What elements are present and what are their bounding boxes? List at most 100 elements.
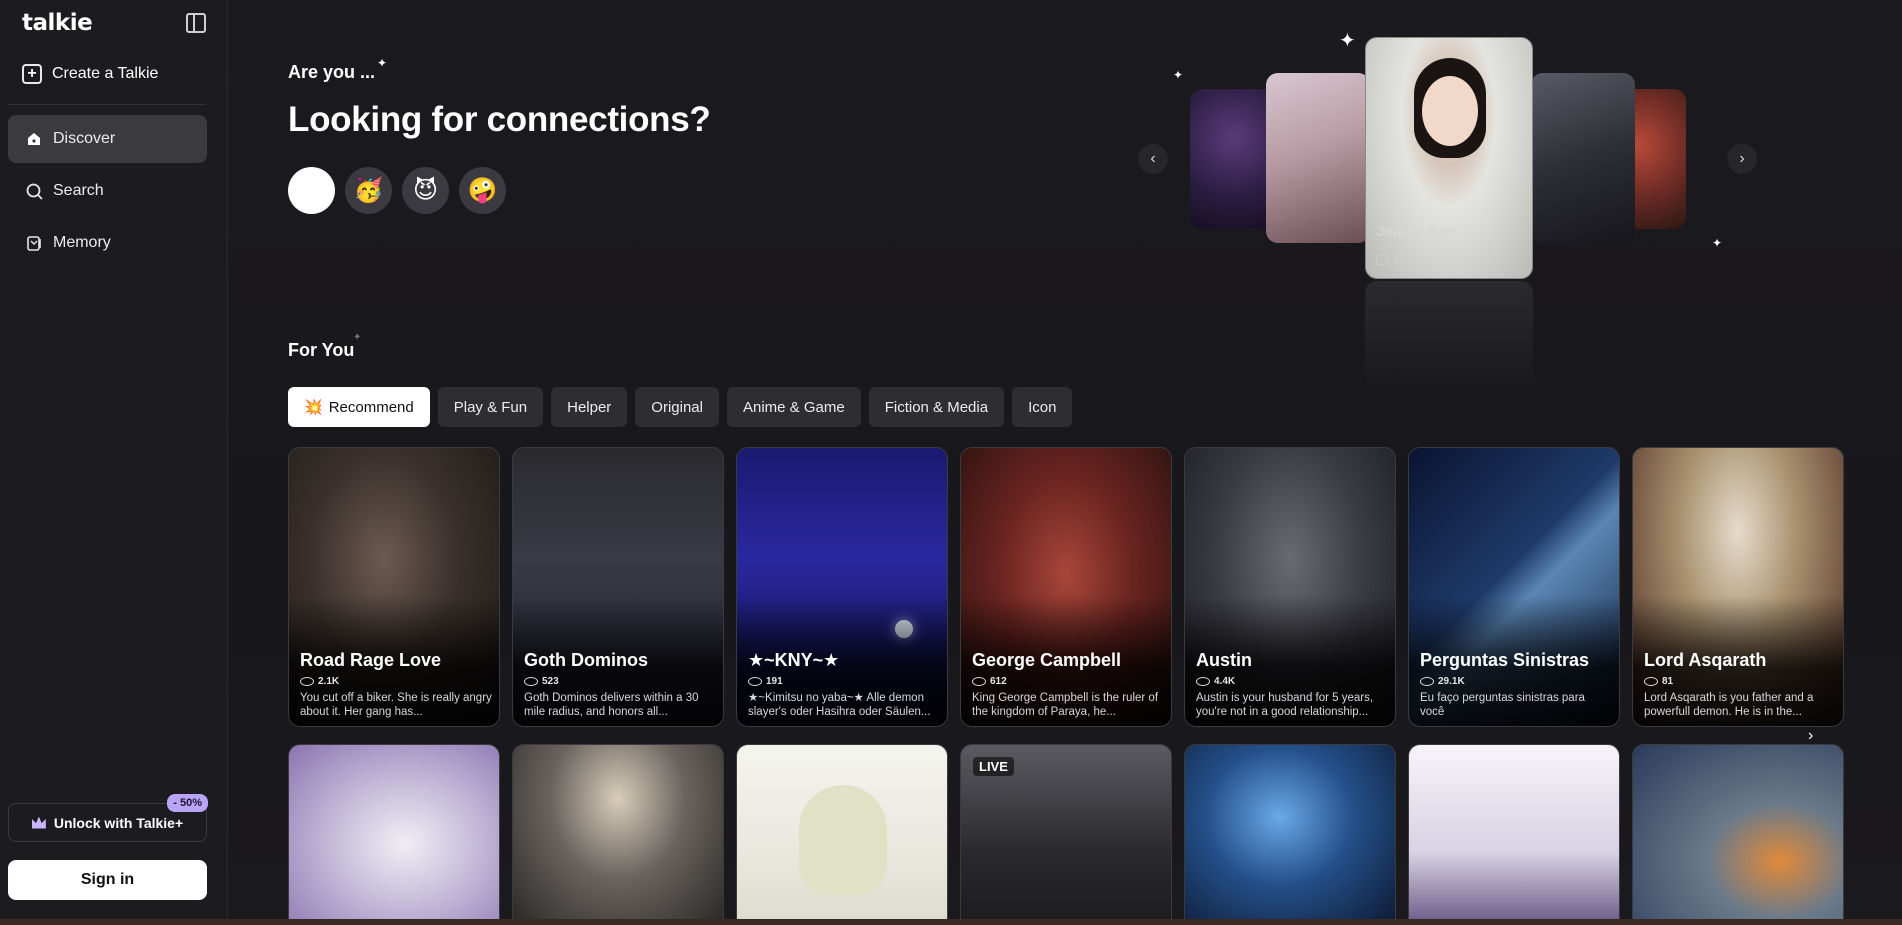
character-description: Eu faço perguntas sinistras para você [1420,692,1585,718]
sidebar-item-discover[interactable]: Discover [8,115,207,163]
character-card[interactable]: ★~KNY~★ 191 ★~Kimitsu no yaba~★ Alle dem… [736,447,948,727]
character-description: You cut off a biker. She is really angry… [300,692,492,718]
sidebar-item-memory[interactable]: Memory [8,219,207,267]
logo[interactable]: talkie [22,10,93,36]
featured-portrait-face [1422,76,1478,146]
sparkle-icon: ✦ [377,56,388,70]
filter-fiction-media[interactable]: Fiction & Media [868,387,1005,427]
character-count: 29.1K [1420,676,1465,687]
count-value: 29.1K [1438,676,1465,687]
carousel-card[interactable] [1190,89,1278,229]
recommend-icon: 💥 [304,399,323,416]
hero-headline: Looking for connections? [288,100,711,139]
create-talkie-label: Create a Talkie [52,65,159,82]
filter-play-fun[interactable]: Play & Fun [437,387,544,427]
category-filters: 💥 Recommend Play & Fun Helper Original An… [288,387,1073,427]
featured-count-value: 14.6K [1393,254,1422,266]
sidebar-collapse-icon[interactable] [186,13,206,33]
carousel-next-button[interactable]: › [1727,144,1757,174]
sidebar-item-search[interactable]: Search [8,167,207,215]
sign-in-button[interactable]: Sign in [8,860,207,900]
character-description: King George Campbell is the ruler of the… [972,692,1159,718]
sparkle-icon: ✦ [1712,236,1723,250]
count-value: 81 [1662,676,1674,687]
for-you-title: For You [288,340,355,360]
character-card[interactable] [512,744,724,924]
bottom-scrollbar[interactable] [0,919,1902,925]
featured-character-card[interactable]: Jennie Kim 14.6K [1365,37,1533,279]
sidebar: talkie + Create a Talkie Discover Search… [0,0,228,925]
featured-character-name: Jennie Kim [1376,223,1457,240]
character-name: Austin [1196,650,1252,670]
views-icon [300,677,314,686]
unlock-label: Unlock with Talkie+ [53,814,184,831]
character-description: ★~Kimitsu no yaba~★ Alle demon slayer's … [748,692,931,718]
views-icon [972,677,986,686]
mood-emoji-devil[interactable]: 😈 [402,167,449,214]
character-card[interactable]: Goth Dominos 523 Goth Dominos delivers w… [512,447,724,727]
main-content: Are you ... ✦ Looking for connections? 😍… [229,0,1902,925]
carousel-card[interactable] [1266,73,1370,243]
create-talkie-button[interactable]: + Create a Talkie [22,62,158,86]
character-name: George Campbell [972,650,1122,670]
carousel-prev-button[interactable]: ‹ [1138,144,1168,174]
row-next-chevron-icon[interactable]: › [1808,727,1813,745]
character-card[interactable]: George Campbell 612 King George Campbell… [960,447,1172,727]
sparkle-icon: ✦ [1173,68,1184,82]
views-icon [524,677,538,686]
character-card[interactable]: Road Rage Love 2.1K You cut off a biker.… [288,447,500,727]
character-card[interactable] [736,744,948,924]
character-count: 4.4K [1196,676,1235,687]
character-name: Goth Dominos [524,650,648,670]
discount-badge: - 50% [167,794,208,812]
filter-recommend[interactable]: 💥 Recommend [288,387,430,427]
filter-icon[interactable]: Icon [1012,387,1073,427]
plus-icon: + [22,64,42,84]
character-card[interactable] [1632,744,1844,924]
character-card[interactable]: Austin 4.4K Austin is your husband for 5… [1184,447,1396,727]
character-count: 612 [972,676,1007,687]
mood-emoji-zany[interactable]: 🤪 [459,167,506,214]
memory-icon [25,234,43,252]
character-count: 523 [524,676,559,687]
count-value: 612 [990,676,1007,687]
character-count: 81 [1644,676,1673,687]
character-card[interactable] [1184,744,1396,924]
count-value: 191 [766,676,783,687]
character-name: Lord Asqarath [1644,650,1767,670]
sparkle-icon: ✦ [1339,30,1356,52]
character-count: 191 [748,676,783,687]
character-description: Goth Dominos delivers within a 30 mile r… [524,692,699,718]
character-card[interactable]: LIVE [960,744,1172,924]
filter-label: Recommend [328,398,414,416]
mood-emoji-love[interactable]: 😍 [288,167,335,214]
sidebar-item-label: Search [53,182,104,199]
card-portrait [799,785,887,895]
views-icon [748,677,762,686]
unlock-talkie-plus-button[interactable]: Unlock with Talkie+ - 50% [8,794,208,842]
character-card[interactable]: Lord Asqarath 81 Lord Asqarath is you fa… [1632,447,1844,727]
character-card[interactable] [288,744,500,924]
live-badge: LIVE [973,757,1014,776]
mood-emoji-party[interactable]: 🥳 [345,167,392,214]
sparkle-icon: ✦ [353,332,362,343]
character-card[interactable]: Perguntas Sinistras 29.1K Eu faço pergun… [1408,447,1620,727]
crown-icon [31,816,46,829]
featured-character-count: 14.6K [1376,254,1422,266]
filter-anime-game[interactable]: Anime & Game [726,387,861,427]
filter-helper[interactable]: Helper [551,387,628,427]
count-value: 2.1K [318,676,340,687]
carousel-reflection [1365,281,1533,391]
character-count: 2.1K [300,676,339,687]
mood-selector: 😍 🥳 😈 🤪 [288,167,506,214]
filter-original[interactable]: Original [635,387,719,427]
sidebar-item-label: Memory [53,234,111,251]
discover-icon [25,130,43,148]
character-description: Lord Asqarath is you father and a powerf… [1644,692,1814,718]
character-card[interactable] [1408,744,1620,924]
character-row-1: Road Rage Love 2.1K You cut off a biker.… [288,447,1844,727]
character-name: ★~KNY~★ [748,650,840,670]
carousel-card[interactable] [1531,73,1635,243]
chat-icon [1376,255,1388,265]
character-row-2: LIVE [288,744,1844,924]
